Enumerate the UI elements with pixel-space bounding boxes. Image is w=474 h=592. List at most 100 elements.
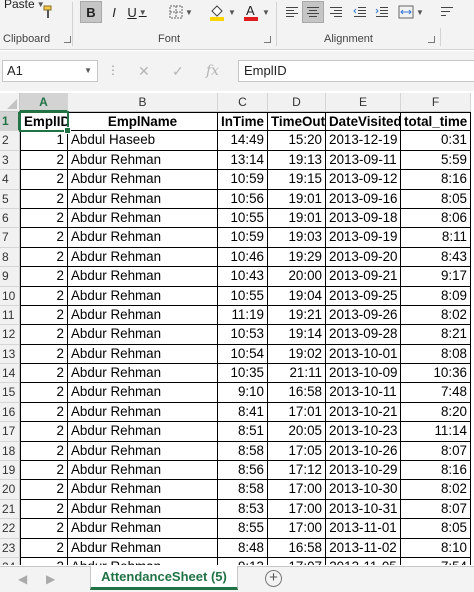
bold-button[interactable]: B: [80, 1, 102, 23]
cell[interactable]: 2013-11-02: [326, 538, 401, 558]
cell[interactable]: Abdur Rehman: [68, 402, 218, 423]
cell[interactable]: 10:59: [218, 170, 268, 190]
cell[interactable]: 8:09: [401, 286, 471, 306]
cell[interactable]: 10:46: [218, 247, 268, 268]
cell[interactable]: Abdur Rehman: [68, 189, 218, 209]
merge-center-button[interactable]: ▼: [398, 1, 424, 23]
align-left-button[interactable]: [282, 1, 302, 23]
cell[interactable]: 8:56: [218, 461, 268, 481]
cell[interactable]: 8:16: [401, 170, 471, 190]
cell[interactable]: 19:02: [268, 344, 326, 365]
cell[interactable]: Abdur Rehman: [68, 286, 218, 306]
cell[interactable]: Abdur Rehman: [68, 461, 218, 481]
header-cell[interactable]: InTime: [218, 112, 268, 132]
cell[interactable]: 5:59: [401, 150, 471, 171]
cell[interactable]: 2: [20, 325, 68, 345]
add-sheet-button[interactable]: +: [265, 570, 282, 587]
column-header-b[interactable]: B: [68, 93, 218, 112]
header-cell[interactable]: TimeOut: [268, 112, 326, 132]
cell[interactable]: 10:35: [218, 364, 268, 384]
wrap-text-button[interactable]: [436, 1, 458, 23]
cell[interactable]: Abdur Rehman: [68, 305, 218, 326]
cell[interactable]: Abdur Rehman: [68, 422, 218, 442]
cell[interactable]: 2013-09-28: [326, 325, 401, 345]
cell[interactable]: 2013-10-11: [326, 383, 401, 403]
cell[interactable]: 2: [20, 189, 68, 209]
cell[interactable]: 19:01: [268, 189, 326, 209]
cell[interactable]: Abdur Rehman: [68, 538, 218, 558]
cell[interactable]: Abdur Rehman: [68, 247, 218, 268]
cell[interactable]: 8:51: [218, 422, 268, 442]
cell[interactable]: 2013-09-21: [326, 267, 401, 287]
cell[interactable]: 7:48: [401, 383, 471, 403]
row-header[interactable]: 11: [0, 305, 20, 326]
cell[interactable]: 2: [20, 461, 68, 481]
column-header-e[interactable]: E: [326, 93, 401, 112]
row-header[interactable]: 23: [0, 538, 20, 558]
cell[interactable]: 10:54: [218, 344, 268, 365]
cell[interactable]: 17:12: [268, 461, 326, 481]
cell[interactable]: 8:05: [401, 519, 471, 539]
cell[interactable]: 8:55: [218, 519, 268, 539]
cell[interactable]: 16:58: [268, 538, 326, 558]
row-header[interactable]: 1: [0, 112, 20, 132]
cell[interactable]: 10:53: [218, 325, 268, 345]
name-box-dropdown-icon[interactable]: ▼: [84, 61, 92, 81]
cell[interactable]: 2: [20, 557, 68, 565]
cell[interactable]: 8:58: [218, 480, 268, 500]
row-header[interactable]: 13: [0, 344, 20, 365]
cell[interactable]: 20:05: [268, 422, 326, 442]
cell[interactable]: 19:15: [268, 170, 326, 190]
row-header[interactable]: 20: [0, 480, 20, 500]
cell[interactable]: 1: [20, 131, 68, 151]
cell[interactable]: 2013-10-23: [326, 422, 401, 442]
header-cell[interactable]: total_time: [401, 112, 471, 132]
cell[interactable]: 19:01: [268, 208, 326, 229]
header-cell[interactable]: DateVisited: [326, 112, 401, 132]
cell[interactable]: 0:31: [401, 131, 471, 151]
insert-function-button[interactable]: fx: [206, 63, 219, 79]
cell[interactable]: 8:58: [218, 441, 268, 462]
format-painter-icon[interactable]: [38, 1, 60, 23]
column-header-c[interactable]: C: [218, 93, 268, 112]
cell[interactable]: 17:01: [268, 402, 326, 423]
cell[interactable]: 19:14: [268, 325, 326, 345]
cell[interactable]: 17:00: [268, 519, 326, 539]
cell[interactable]: 20:00: [268, 267, 326, 287]
cell[interactable]: 2013-10-29: [326, 461, 401, 481]
cell[interactable]: Abdur Rehman: [68, 267, 218, 287]
cell[interactable]: 8:16: [401, 461, 471, 481]
row-header[interactable]: 24: [0, 557, 20, 565]
cell[interactable]: 10:56: [218, 189, 268, 209]
header-cell[interactable]: EmplID: [20, 112, 68, 132]
row-header[interactable]: 22: [0, 519, 20, 539]
cell[interactable]: 9:17: [401, 267, 471, 287]
cell[interactable]: 2: [20, 402, 68, 423]
clipboard-launcher-icon[interactable]: [64, 36, 71, 43]
cell[interactable]: 2013-10-21: [326, 402, 401, 423]
cancel-icon[interactable]: ✕: [138, 63, 150, 80]
cell[interactable]: Abdur Rehman: [68, 519, 218, 539]
row-header[interactable]: 17: [0, 422, 20, 442]
cell[interactable]: 8:21: [401, 325, 471, 345]
cell[interactable]: 2: [20, 422, 68, 442]
cell[interactable]: 2: [20, 499, 68, 520]
cell[interactable]: 2013-10-31: [326, 499, 401, 520]
italic-button[interactable]: I: [104, 1, 124, 23]
cell[interactable]: 15:20: [268, 131, 326, 151]
cell[interactable]: 8:02: [401, 480, 471, 500]
sheet-tab-active[interactable]: AttendanceSheet (5): [90, 566, 238, 590]
row-header[interactable]: 3: [0, 150, 20, 171]
cell[interactable]: Abdur Rehman: [68, 325, 218, 345]
cell[interactable]: 19:29: [268, 247, 326, 268]
cell[interactable]: 2: [20, 170, 68, 190]
row-header[interactable]: 15: [0, 383, 20, 403]
cell[interactable]: 8:07: [401, 441, 471, 462]
formula-input[interactable]: EmplID: [238, 60, 474, 82]
row-header[interactable]: 14: [0, 364, 20, 384]
cell[interactable]: 21:11: [268, 364, 326, 384]
cell[interactable]: 2: [20, 364, 68, 384]
column-header-d[interactable]: D: [268, 93, 326, 112]
font-launcher-icon[interactable]: [264, 36, 271, 43]
cell[interactable]: 10:43: [218, 267, 268, 287]
